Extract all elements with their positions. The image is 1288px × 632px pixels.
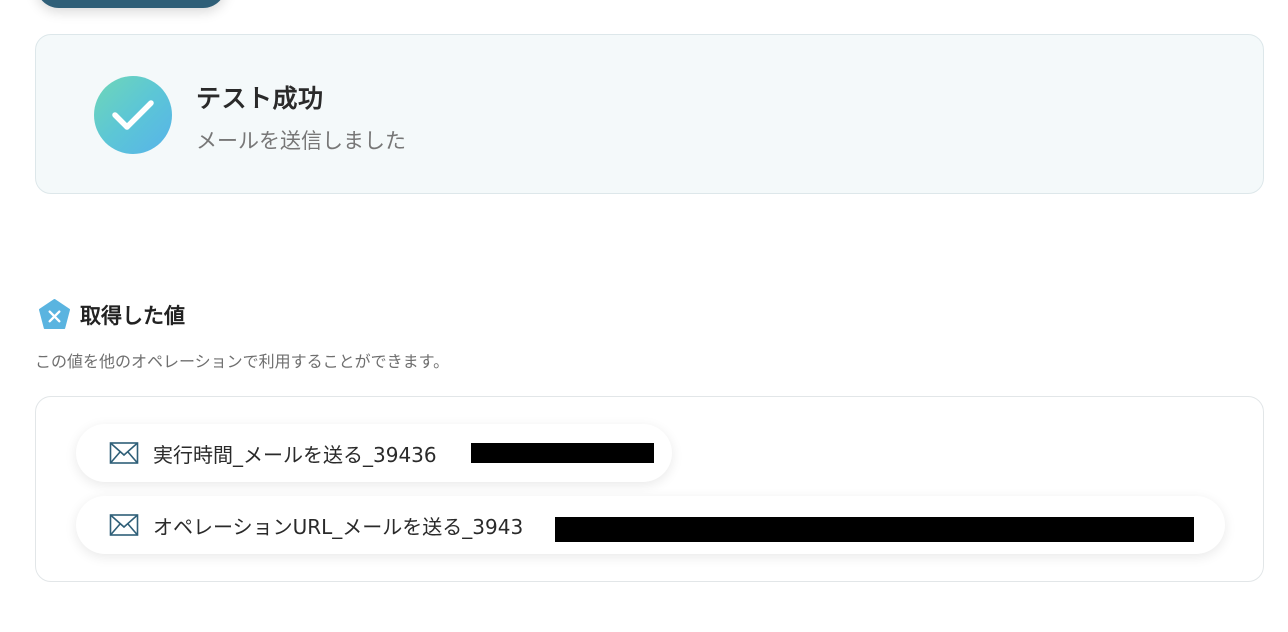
value-chip-operation-url[interactable]: オペレーションURL_メールを送る_3943 [76,496,1225,554]
value-chip-execution-time[interactable]: 実行時間_メールを送る_39436 [76,424,672,482]
yoom-pentagon-icon [38,298,71,330]
success-message: メールを送信しました [196,129,406,153]
value-label: 実行時間_メールを送る_39436 [153,442,437,467]
redaction-bar [555,517,1194,542]
redaction-bar [471,443,654,463]
value-label: オペレーションURL_メールを送る_3943 [153,514,524,539]
value-label-clip: オペレーションURL_メールを送る_3943 [139,511,525,540]
check-icon [94,76,172,154]
values-list: 実行時間_メールを送る_39436 オペレーションURL_メールを送る_3943 [35,396,1264,582]
success-title: テスト成功 [196,84,324,113]
section-title: 取得した値 [80,303,185,328]
section-description: この値を他のオペレーションで利用することができます。 [35,352,450,371]
test-success-card: テスト成功 メールを送信しました [35,34,1264,194]
previous-action-button[interactable] [36,0,226,8]
mail-icon [109,514,139,536]
section-header: 取得した値 [38,298,185,331]
mail-icon [109,442,139,464]
